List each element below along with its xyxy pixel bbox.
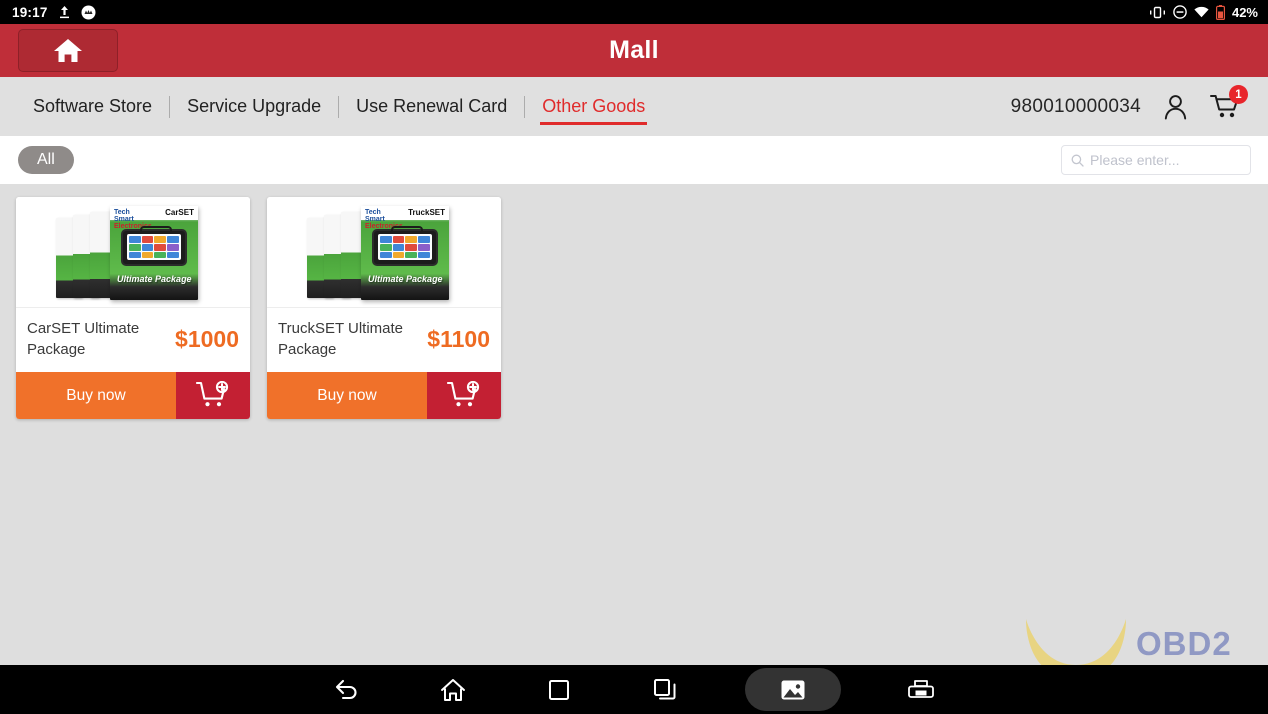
do-not-disturb-icon (1173, 5, 1187, 19)
logo-line-2: Smart (114, 216, 134, 223)
vibrate-icon (1149, 6, 1166, 19)
tab-software-store[interactable]: Software Store (16, 77, 169, 136)
app-circle-icon (81, 5, 96, 20)
tab-label: Other Goods (542, 96, 646, 116)
tab-label: Use Renewal Card (356, 96, 508, 116)
product-card[interactable]: Tech Smart Electronics CarSET Ultimate P… (16, 197, 250, 419)
add-to-cart-icon (196, 381, 230, 410)
box-brand-name: CarSET (165, 208, 194, 217)
nav-right-group: 980010000034 1 (1010, 85, 1268, 120)
status-bar-left: 19:17 (0, 5, 96, 20)
printer-icon (908, 679, 934, 701)
tab-label: Software Store (33, 96, 153, 116)
box-top-strip: Tech Smart Electronics TruckSET (361, 206, 449, 230)
cart-count-badge: 1 (1229, 85, 1248, 104)
box-tagline: Ultimate Package (368, 274, 443, 285)
tab-list: Software Store Service Upgrade Use Renew… (0, 77, 662, 136)
home-icon (53, 37, 83, 64)
box-front: Tech Smart Electronics TruckSET Ultimate (361, 206, 449, 300)
logo-line-1: Tech (365, 209, 381, 216)
battery-icon (1215, 4, 1225, 20)
tablet-device-illustration (371, 225, 439, 267)
wifi-icon (1194, 6, 1209, 18)
buy-now-button[interactable]: Buy now (16, 372, 176, 419)
device-screen-icons (377, 234, 433, 261)
status-clock: 19:17 (12, 4, 48, 20)
box-tagline: Ultimate Package (117, 274, 192, 285)
product-price: $1000 (175, 325, 239, 352)
product-image: Tech Smart Electronics TruckSET Ultimate (267, 197, 501, 308)
device-screen-icons (126, 234, 182, 261)
product-actions: Buy now (16, 372, 250, 419)
logo-line-1: Tech (114, 209, 130, 216)
product-info: TruckSET Ultimate Package $1100 (267, 308, 501, 372)
product-name: TruckSET Ultimate Package (278, 320, 404, 358)
nav-screenshot-button[interactable] (745, 668, 841, 711)
box-brand-name: TruckSET (408, 208, 445, 217)
nav-print-button[interactable] (895, 671, 947, 709)
search-input[interactable]: Please enter... (1090, 152, 1180, 168)
product-name: CarSET Ultimate Package (27, 320, 140, 358)
product-boxart: Tech Smart Electronics TruckSET Ultimate (291, 202, 477, 302)
home-outline-icon (440, 678, 466, 702)
user-icon (1163, 94, 1188, 120)
buy-now-button[interactable]: Buy now (267, 372, 427, 419)
tablet-device-illustration (120, 225, 188, 267)
add-to-cart-button[interactable] (176, 372, 250, 419)
tab-use-renewal-card[interactable]: Use Renewal Card (339, 77, 524, 136)
nav-multiwindow-button[interactable] (639, 671, 691, 709)
search-icon (1071, 154, 1084, 167)
product-image: Tech Smart Electronics CarSET Ultimate P… (16, 197, 250, 308)
nav-back-button[interactable] (321, 671, 373, 709)
screenshot-image-icon (780, 678, 806, 702)
tab-service-upgrade[interactable]: Service Upgrade (170, 77, 338, 136)
logo-line-2: Smart (365, 216, 385, 223)
box-front: Tech Smart Electronics CarSET Ultimate P… (110, 206, 198, 300)
back-arrow-icon (334, 679, 360, 701)
product-boxart: Tech Smart Electronics CarSET Ultimate P… (40, 202, 226, 302)
shopping-cart-button[interactable]: 1 (1210, 85, 1248, 120)
add-to-cart-icon (447, 381, 481, 410)
multi-window-icon (653, 678, 677, 702)
user-account-button[interactable] (1163, 94, 1188, 120)
product-card[interactable]: Tech Smart Electronics TruckSET Ultimate (267, 197, 501, 419)
nav-home-button[interactable] (427, 671, 479, 709)
box-top-strip: Tech Smart Electronics CarSET (110, 206, 198, 230)
home-button[interactable] (18, 29, 118, 72)
product-grid: Tech Smart Electronics CarSET Ultimate P… (0, 184, 1268, 665)
page-title: Mall (609, 36, 659, 64)
filter-bar: All Please enter... (0, 136, 1268, 184)
nav-recents-button[interactable] (533, 671, 585, 709)
filter-pill-all[interactable]: All (18, 146, 74, 174)
battery-percent: 42% (1231, 4, 1258, 20)
mall-navigation-bar: Software Store Service Upgrade Use Renew… (0, 77, 1268, 136)
product-actions: Buy now (267, 372, 501, 419)
product-info: CarSET Ultimate Package $1000 (16, 308, 250, 372)
system-navigation-bar (0, 665, 1268, 714)
tablet-screen: 19:17 42% Mall Software Store Service Up… (0, 0, 1268, 714)
device-serial-number: 980010000034 (1010, 95, 1141, 117)
tab-label: Service Upgrade (187, 96, 322, 116)
upload-icon (58, 5, 71, 19)
status-bar-right: 42% (1149, 4, 1268, 20)
search-box[interactable]: Please enter... (1061, 145, 1251, 175)
square-recents-icon (548, 679, 570, 701)
tab-other-goods[interactable]: Other Goods (525, 77, 662, 136)
status-bar: 19:17 42% (0, 0, 1268, 24)
title-bar: Mall (0, 24, 1268, 77)
product-price: $1100 (427, 325, 490, 352)
add-to-cart-button[interactable] (427, 372, 501, 419)
